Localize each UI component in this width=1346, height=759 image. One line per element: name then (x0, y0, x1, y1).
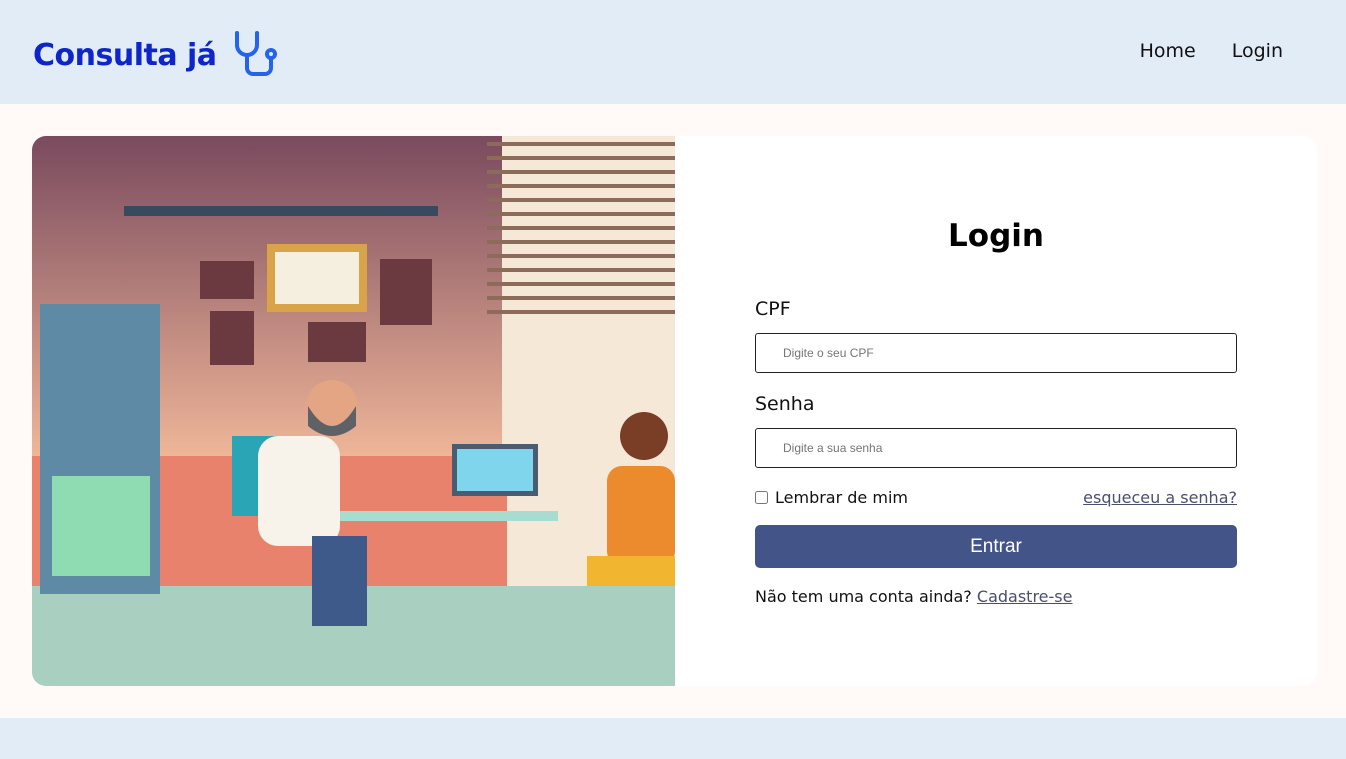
login-form: Login CPF Senha Lembrar de mim esqueceu … (675, 136, 1317, 686)
cpf-input[interactable] (755, 333, 1237, 373)
remember-checkbox[interactable] (755, 491, 768, 504)
forgot-password-link[interactable]: esqueceu a senha? (1083, 488, 1237, 507)
login-title: Login (948, 218, 1044, 254)
signup-prompt: Não tem uma conta ainda? Cadastre-se (755, 587, 1072, 606)
nav-login[interactable]: Login (1232, 40, 1283, 62)
signup-link[interactable]: Cadastre-se (977, 587, 1073, 606)
logo[interactable]: Consulta já (33, 30, 283, 80)
login-card: Login CPF Senha Lembrar de mim esqueceu … (32, 136, 1317, 686)
logo-text: Consulta já (33, 37, 217, 73)
remember-label: Lembrar de mim (775, 488, 908, 507)
nav-home[interactable]: Home (1140, 40, 1196, 62)
footer (0, 718, 1346, 759)
submit-button[interactable]: Entrar (755, 525, 1237, 568)
header: Consulta já Home Login (0, 0, 1346, 104)
senha-label: Senha (755, 393, 815, 415)
stethoscope-icon (234, 31, 277, 76)
doctor-office-illustration (32, 136, 675, 686)
cpf-label: CPF (755, 298, 791, 320)
remember-me: Lembrar de mim (755, 488, 908, 507)
senha-input[interactable] (755, 428, 1237, 468)
main-nav: Home Login (1140, 40, 1283, 62)
signup-text: Não tem uma conta ainda? (755, 587, 972, 606)
